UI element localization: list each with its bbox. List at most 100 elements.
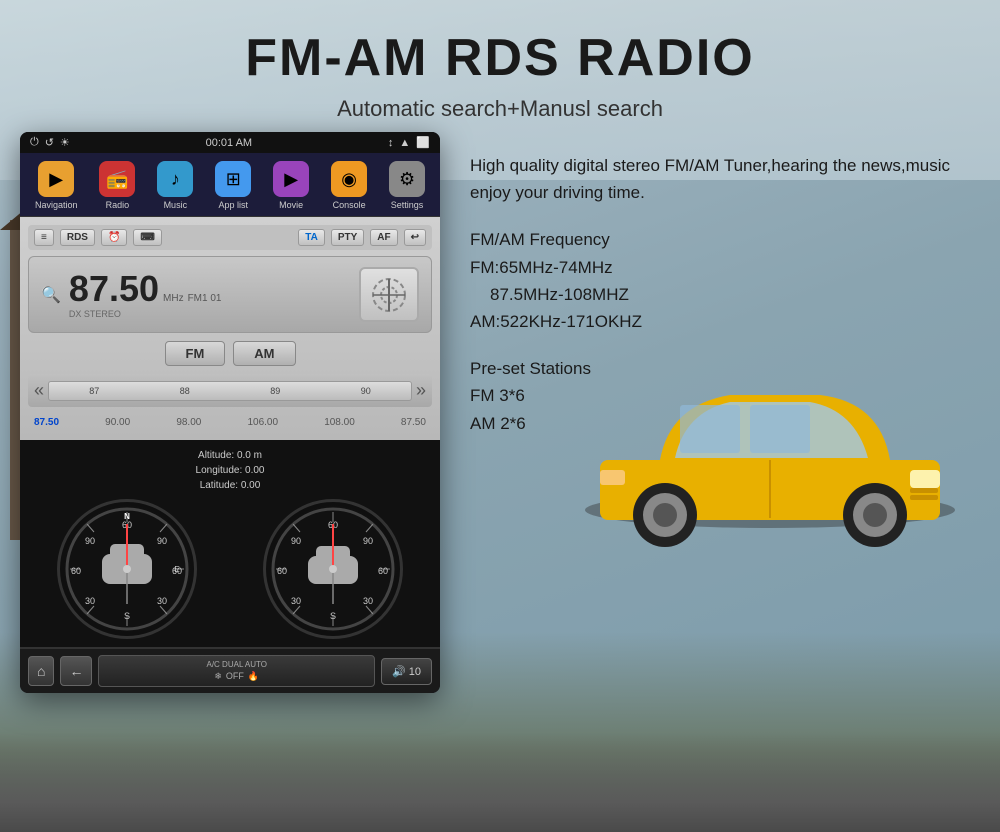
home-button[interactable]: ⌂ [28,656,54,686]
clock-button[interactable]: ⏰ [101,229,127,246]
sidebar-item-movie[interactable]: ▶ Movie [273,161,309,210]
preset-bar: 87.50 90.00 98.00 106.00 108.00 87.50 [28,413,432,432]
preset-1[interactable]: 87.50 [34,417,59,428]
page-title: FM-AM RDS RADIO [0,28,1000,88]
svg-text:90: 90 [291,536,301,546]
power-icon: ⏻ [30,136,39,149]
svg-text:N: N [124,512,130,521]
status-left-icons: ⏻ ↺ ☀ [30,136,70,149]
heat-icon: 🔥 [248,671,259,682]
frequency-title: FM/AM Frequency [470,226,960,253]
ta-button[interactable]: TA [298,229,325,246]
sidebar-item-radio[interactable]: 📻 Radio [99,161,135,210]
info-section-1: High quality digital stereo FM/AM Tuner,… [470,152,960,206]
gps-longitude: Longitude: 0.00 [28,463,432,478]
af-button[interactable]: AF [370,229,397,246]
instruments-panel: Altitude: 0.0 m Longitude: 0.00 Latitude… [20,440,440,647]
console-label: Console [333,200,366,210]
status-time: 00:01 AM [206,137,252,149]
svg-text:90: 90 [85,536,95,546]
bottom-controls: ⌂ ← A/C DUAL AUTO ❄ OFF 🔥 🔊 10 [20,647,440,693]
frequency-track[interactable]: 87 88 89 90 [48,381,412,401]
info-panel: High quality digital stereo FM/AM Tuner,… [460,132,980,477]
navigation-label: Navigation [35,200,78,210]
am-preset: AM 2*6 [470,410,960,437]
svg-text:60: 60 [71,566,81,576]
refresh-icon: ↺ [45,136,54,149]
sidebar-item-music[interactable]: ♪ Music [157,161,193,210]
freq-next-button[interactable]: » [416,380,426,401]
sidebar-item-applist[interactable]: ⊞ App list [215,161,251,210]
settings-label: Settings [391,200,424,210]
music-icon: ♪ [157,161,193,197]
radio-label: Radio [106,200,130,210]
am-range: AM:522KHz-171OKHZ [470,308,960,335]
nav-bar: ▶ Navigation 📻 Radio ♪ Music ⊞ App list … [20,153,440,217]
freq-mark-88: 88 [180,386,190,396]
list-button[interactable]: ≡ [34,229,54,246]
freq-mark-90: 90 [361,386,371,396]
preset-5[interactable]: 108.00 [324,417,355,428]
frequency-slider-area: « 87 88 89 90 » [28,374,432,407]
radio-panel: ≡ RDS ⏰ ⌨ TA PTY AF ↩ 🔍 [20,217,440,440]
movie-icon: ▶ [273,161,309,197]
back-nav-button[interactable]: ← [60,656,92,686]
applist-label: App list [218,200,248,210]
svg-text:60: 60 [378,566,388,576]
device-screen: ⏻ ↺ ☀ 00:01 AM ↕ ▲ ⬜ ▶ Navigation 📻 [20,132,440,693]
svg-text:90: 90 [157,536,167,546]
page-wrapper: FM-AM RDS RADIO Automatic search+Manusl … [0,0,1000,832]
gps-altitude: Altitude: 0.0 m [28,448,432,463]
off-label: OFF [226,671,244,682]
frequency-value: 87.50 [69,271,159,307]
preset-3[interactable]: 98.00 [176,417,201,428]
fm-range-2: 87.5MHz-108MHZ [470,281,960,308]
header: FM-AM RDS RADIO Automatic search+Manusl … [0,0,1000,132]
preset-6[interactable]: 87.50 [401,417,426,428]
svg-text:30: 30 [363,596,373,606]
info-section-3: Pre-set Stations FM 3*6 AM 2*6 [470,355,960,437]
back-button[interactable]: ↩ [404,229,426,246]
navigation-icon: ▶ [38,161,74,197]
volume-button[interactable]: 🔊 10 [381,658,432,685]
music-label: Music [164,200,188,210]
svg-text:30: 30 [157,596,167,606]
rds-button[interactable]: RDS [60,229,95,246]
keyboard-button[interactable]: ⌨ [133,229,161,246]
gauges-row: 60 90 60 30 S 30 60 90 N [28,499,432,639]
mode-buttons: FM AM [28,341,432,366]
applist-icon: ⊞ [215,161,251,197]
radio-icon: 📻 [99,161,135,197]
fm-range-1: FM:65MHz-74MHz [470,254,960,281]
frequency-band: FM1 01 [188,293,222,304]
search-icon: 🔍 [41,285,61,305]
pty-button[interactable]: PTY [331,229,364,246]
radio-toolbar: ≡ RDS ⏰ ⌨ TA PTY AF ↩ [28,225,432,250]
settings-icon: ⚙ [389,161,425,197]
console-icon: ◉ [331,161,367,197]
info-section-2: FM/AM Frequency FM:65MHz-74MHz 87.5MHz-1… [470,226,960,335]
gauge-right: 60 90 60 30 S 30 60 90 0.0 m [263,499,403,639]
frequency-left: 87.50 MHz FM1 01 DX STEREO [69,271,222,319]
fm-button[interactable]: FM [165,341,226,366]
battery-icon: ⬜ [416,136,430,149]
freq-mark-87: 87 [89,386,99,396]
climate-controls[interactable]: A/C DUAL AUTO ❄ OFF 🔥 [98,655,375,687]
sidebar-item-console[interactable]: ◉ Console [331,161,367,210]
freq-prev-button[interactable]: « [34,380,44,401]
svg-text:30: 30 [291,596,301,606]
ac-icon: ❄ [214,671,222,682]
frequency-display: 🔍 87.50 MHz FM1 01 DX STEREO [28,256,432,333]
svg-text:30: 30 [85,596,95,606]
wifi-icon: ▲ [399,137,410,149]
sidebar-item-navigation[interactable]: ▶ Navigation [35,161,78,210]
preset-2[interactable]: 90.00 [105,417,130,428]
gauge-left: 60 90 60 30 S 30 60 90 N [57,499,197,639]
sidebar-item-settings[interactable]: ⚙ Settings [389,161,425,210]
movie-label: Movie [279,200,303,210]
svg-text:60: 60 [277,566,287,576]
svg-text:S: S [124,611,130,621]
am-button[interactable]: AM [233,341,295,366]
preset-4[interactable]: 106.00 [247,417,278,428]
frequency-info: DX STEREO [69,309,222,319]
